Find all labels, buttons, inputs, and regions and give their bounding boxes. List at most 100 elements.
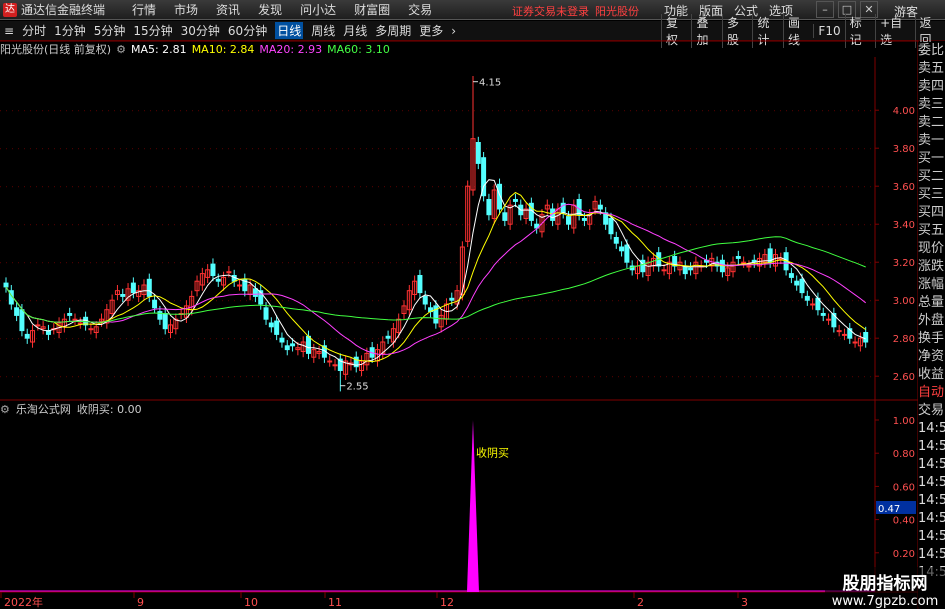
grid-dot (120, 300, 121, 302)
grid-dot (504, 338, 505, 340)
grid-dot (210, 186, 211, 188)
grid-dot (846, 148, 847, 150)
grid-dot (624, 376, 625, 378)
grid-dot (786, 186, 787, 188)
grid-dot (330, 338, 331, 340)
grid-dot (204, 262, 205, 264)
grid-dot (786, 110, 787, 112)
grid-dot (78, 262, 79, 264)
grid-dot (636, 186, 637, 188)
grid-dot (798, 300, 799, 302)
grid-dot (486, 338, 487, 340)
grid-dot (564, 110, 565, 112)
grid-dot (294, 148, 295, 150)
grid-dot (546, 186, 547, 188)
kline-chart[interactable]: 4.00 3.80 3.60 3.40 3.20 3.00 2.80 2.60 4.15 2.55… (0, 0, 945, 609)
grid-dot (414, 110, 415, 112)
grid-dot (798, 148, 799, 150)
grid-dot (570, 338, 571, 340)
grid-dot (180, 376, 181, 378)
grid-dot (168, 262, 169, 264)
grid-dot (828, 186, 829, 188)
settings-icon[interactable]: ⚙ (116, 43, 126, 56)
grid-dot (354, 338, 355, 340)
grid-dot (372, 338, 373, 340)
grid-dot (738, 110, 739, 112)
grid-dot (822, 338, 823, 340)
grid-dot (648, 110, 649, 112)
grid-dot (420, 186, 421, 188)
grid-dot (456, 148, 457, 150)
candle-body (613, 237, 619, 244)
grid-dot (90, 376, 91, 378)
grid-dot (474, 110, 475, 112)
grid-dot (438, 300, 439, 302)
ma20-line (5, 203, 867, 355)
grid-dot (96, 338, 97, 340)
grid-dot (90, 148, 91, 150)
candle-body (24, 333, 30, 339)
grid-dot (294, 186, 295, 188)
grid-dot (822, 224, 823, 226)
grid-dot (372, 262, 373, 264)
grid-dot (720, 224, 721, 226)
grid-dot (570, 376, 571, 378)
grid-dot (18, 224, 19, 226)
grid-dot (72, 300, 73, 302)
grid-dot (774, 148, 775, 150)
grid-dot (390, 186, 391, 188)
quote-panel-label: 委比 (918, 43, 945, 58)
grid-dot (78, 300, 79, 302)
grid-dot (120, 110, 121, 112)
grid-dot (480, 338, 481, 340)
grid-dot (192, 148, 193, 150)
grid-dot (150, 110, 151, 112)
grid-dot (402, 300, 403, 302)
grid-dot (528, 148, 529, 150)
grid-dot (360, 300, 361, 302)
grid-dot (846, 376, 847, 378)
grid-dot (594, 110, 595, 112)
quote-panel-label: 14:56 (918, 475, 945, 490)
grid-dot (846, 224, 847, 226)
grid-dot (384, 262, 385, 264)
grid-dot (342, 262, 343, 264)
grid-dot (318, 224, 319, 226)
time-label: 10 (244, 596, 258, 609)
grid-dot (444, 300, 445, 302)
grid-dot (348, 300, 349, 302)
grid-dot (72, 376, 73, 378)
stock-chart-title: 阳光股份(日线 前复权) (0, 43, 112, 56)
grid-dot (810, 110, 811, 112)
grid-dot (636, 148, 637, 150)
grid-dot (84, 186, 85, 188)
grid-dot (84, 148, 85, 150)
grid-dot (588, 376, 589, 378)
grid-dot (126, 186, 127, 188)
grid-dot (246, 338, 247, 340)
grid-dot (144, 376, 145, 378)
grid-dot (150, 148, 151, 150)
grid-dot (816, 224, 817, 226)
ma20-label: MA20: 2.93 (259, 42, 323, 56)
candle-body (852, 341, 858, 344)
grid-dot (396, 376, 397, 378)
grid-dot (468, 376, 469, 378)
grid-dot (318, 300, 319, 302)
grid-dot (432, 110, 433, 112)
grid-dot (354, 300, 355, 302)
grid-dot (786, 148, 787, 150)
grid-dot (384, 376, 385, 378)
grid-dot (798, 338, 799, 340)
grid-dot (576, 262, 577, 264)
grid-dot (756, 338, 757, 340)
grid-dot (510, 148, 511, 150)
grid-dot (156, 262, 157, 264)
grid-dot (780, 224, 781, 226)
grid-dot (408, 262, 409, 264)
grid-dot (216, 262, 217, 264)
settings-icon[interactable]: ⚙ (0, 403, 10, 416)
quote-panel-label: 14:56 (918, 421, 945, 436)
grid-dot (270, 300, 271, 302)
grid-dot (48, 148, 49, 150)
